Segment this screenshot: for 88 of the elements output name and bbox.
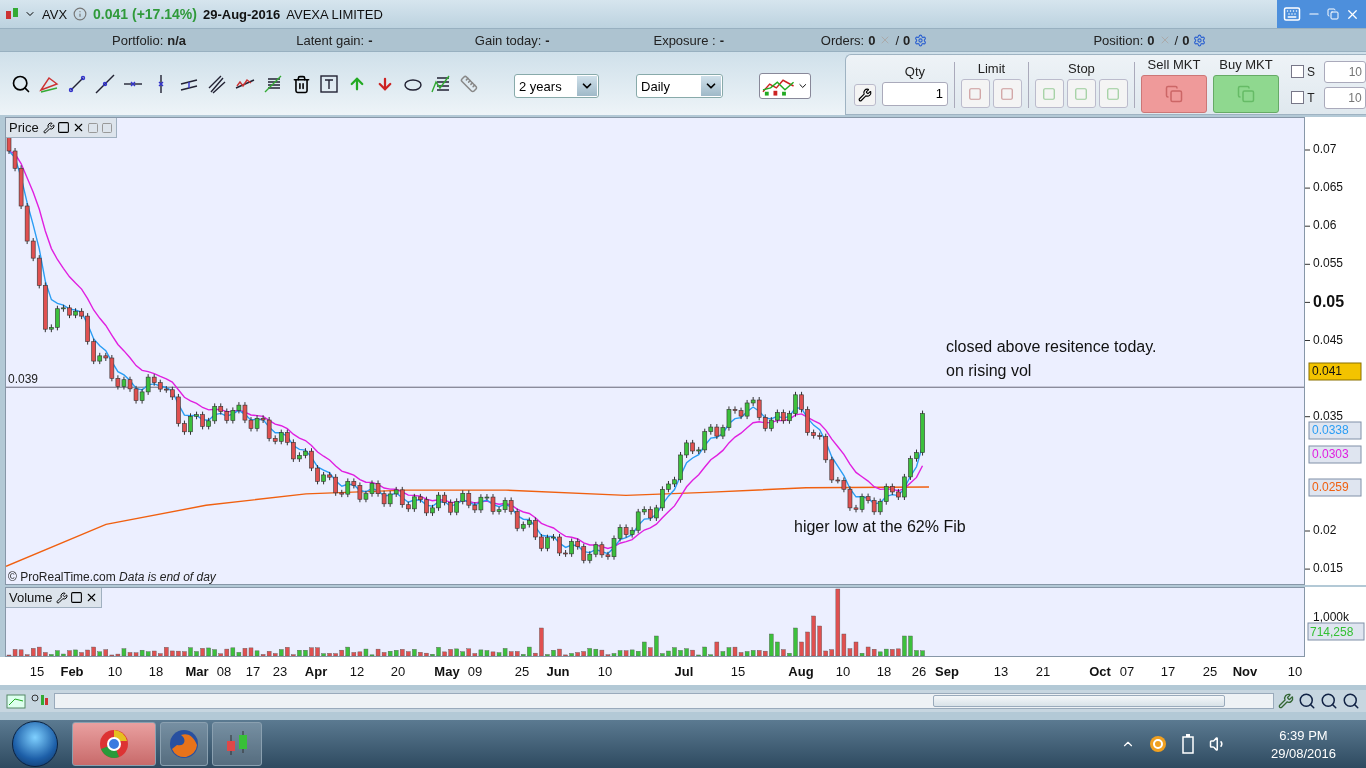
company-name: AVEXA LIMITED — [286, 6, 383, 22]
axis-label: 0.05 — [1313, 293, 1345, 311]
counter-label: Orders: — [820, 32, 865, 48]
credit-text: © ProRealTime.com Data is end of day — [8, 570, 216, 584]
date-text: 29-Aug-2016 — [202, 6, 281, 22]
panel-title: Volume — [9, 590, 53, 605]
limit-label: Limit — [977, 61, 1006, 76]
axis-label: 0.035 — [1313, 408, 1344, 423]
summary-label: Latent gain: — [296, 32, 365, 48]
axis-label: 23 — [272, 664, 288, 679]
separator-text: / — [895, 32, 899, 48]
counter-value: 0 — [903, 32, 911, 48]
sell-label: Sell MKT — [1147, 56, 1201, 72]
axis-label: 13 — [993, 664, 1009, 679]
axis-label: 15 — [29, 664, 45, 679]
summary-label: Gain today: — [474, 32, 542, 48]
clock-date: 29/08/2016 — [1270, 745, 1336, 761]
qty-input[interactable]: 1 — [882, 81, 948, 106]
axis-label: 21 — [1035, 664, 1051, 679]
buy-label: Buy MKT — [1219, 56, 1273, 72]
summary-label: Exposure : — [653, 32, 716, 48]
axis-label: 1,000k — [1313, 610, 1350, 624]
axis-label: 10 — [597, 664, 613, 679]
axis-label: Nov — [1232, 664, 1258, 679]
counter-value: 0 — [1147, 32, 1155, 48]
axis-label: 0.065 — [1313, 180, 1344, 195]
summary-label: Portfolio: — [112, 32, 164, 48]
axis-label: 0.015 — [1313, 561, 1344, 576]
axis-label: 0.045 — [1313, 332, 1344, 347]
axis-label: 08 — [216, 664, 232, 679]
axis-label: Aug — [788, 664, 814, 679]
level-label: 0.039 — [8, 372, 39, 387]
axis-label: 20 — [390, 664, 406, 679]
price-tag: 0.041 — [1308, 362, 1362, 381]
summary-value: n/a — [167, 32, 187, 48]
axis-label: 17 — [1160, 664, 1176, 679]
clock-time: 6:39 PM — [1279, 727, 1328, 743]
period-select[interactable]: 2 years — [514, 74, 600, 98]
axis-label: 0.02 — [1313, 523, 1337, 537]
price-tag: 0.0259 — [1308, 478, 1362, 497]
axis-label: 25 — [514, 664, 530, 679]
axis-label: Apr — [304, 664, 328, 679]
interval-select[interactable]: Daily — [636, 74, 723, 98]
clock[interactable]: 6:39 PM 29/08/2016 — [1270, 727, 1336, 761]
qty-label: Qty — [904, 63, 926, 79]
axis-label: 07 — [1119, 664, 1135, 679]
separator-text: / — [1174, 32, 1179, 48]
axis-label: 09 — [467, 664, 483, 679]
axis-label: 26 — [911, 664, 927, 679]
axis-label: 10 — [1287, 664, 1303, 679]
axis-label: 12 — [349, 664, 365, 679]
axis-label: 10 — [107, 664, 123, 679]
volume-tag: 714,258 — [1307, 622, 1365, 641]
annotation-text: higer low at the 62% Fib — [794, 518, 966, 536]
counter-label: Position: — [1093, 32, 1144, 48]
price-tag: 0.0303 — [1308, 445, 1362, 464]
axis-label: Sep — [935, 664, 959, 679]
counter-value: 0 — [1182, 32, 1190, 48]
quote-text: 0.041 (+17.14%) — [93, 6, 197, 22]
price-tag: 0.0338 — [1308, 421, 1362, 440]
axis-label: Jun — [546, 664, 570, 679]
counter-value: 0 — [868, 32, 876, 48]
stop-input[interactable]: 10 — [1324, 60, 1366, 83]
axis-label: 0.055 — [1313, 256, 1344, 271]
axis-label: 15 — [730, 664, 746, 679]
stop-input[interactable]: 10 — [1323, 86, 1366, 109]
axis-label: 18 — [876, 664, 892, 679]
annotation-text: on rising vol — [946, 362, 1033, 380]
annotation-text: closed above resitence today. — [946, 338, 1157, 356]
axis-label: May — [434, 664, 460, 679]
axis-label: Oct — [1089, 664, 1111, 679]
axis-label: Mar — [185, 664, 209, 679]
checkbox-label: S — [1307, 64, 1315, 79]
stop-label: Stop — [1068, 61, 1095, 76]
axis-label: 18 — [148, 664, 164, 679]
axis-label: 25 — [1202, 664, 1218, 679]
checkbox-label: T — [1307, 90, 1315, 105]
axis-label: 0.06 — [1313, 218, 1337, 233]
summary-value: - — [368, 32, 373, 48]
axis-label: 0.07 — [1313, 142, 1337, 156]
axis-label: Jul — [674, 664, 694, 679]
axis-label: 10 — [835, 664, 851, 679]
axis-label: Feb — [60, 664, 84, 679]
axis-label: 17 — [245, 664, 261, 679]
panel-title: Price — [9, 120, 39, 135]
summary-value: - — [719, 32, 724, 48]
summary-value: - — [545, 32, 550, 48]
symbol-text: AVX — [42, 6, 68, 22]
